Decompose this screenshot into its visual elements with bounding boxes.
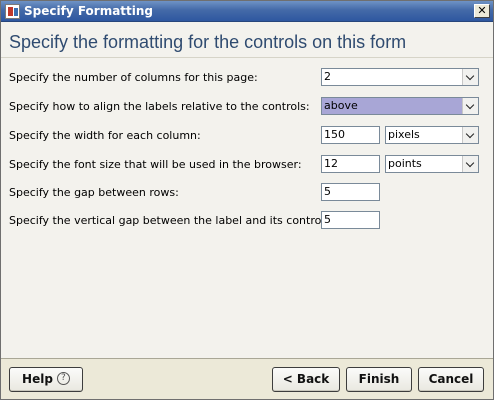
row-gap-label: Specify the gap between rows:	[9, 186, 179, 199]
columns-label: Specify the number of columns for this p…	[9, 71, 258, 84]
close-icon[interactable]: ✕	[474, 4, 490, 18]
title-bar[interactable]: Specify Formatting ✕	[1, 1, 493, 22]
row-gap-input[interactable]: 5	[321, 183, 380, 201]
label-alignment-label: Specify how to align the labels relative…	[9, 100, 310, 113]
label-alignment-select[interactable]: above	[321, 97, 479, 115]
chevron-down-icon[interactable]	[462, 98, 478, 114]
columns-select[interactable]: 2	[321, 68, 479, 86]
window-title: Specify Formatting	[24, 4, 154, 18]
specify-formatting-dialog: Specify Formatting ✕ Specify the formatt…	[0, 0, 494, 400]
finish-button[interactable]: Finish	[346, 367, 412, 392]
help-button[interactable]: Help?	[9, 367, 83, 392]
width-unit-value: pixels	[388, 128, 420, 141]
width-unit-select[interactable]: pixels	[385, 126, 479, 144]
column-width-input[interactable]: 150	[321, 126, 380, 144]
button-bar: Help? < Back Finish Cancel	[1, 359, 493, 399]
label-alignment-value: above	[324, 99, 358, 112]
chevron-down-icon[interactable]	[462, 69, 478, 85]
font-size-unit-select[interactable]: points	[385, 155, 479, 173]
column-width-label: Specify the width for each column:	[9, 129, 201, 142]
help-button-label: Help	[22, 372, 53, 386]
font-size-input[interactable]: 12	[321, 155, 380, 173]
columns-value: 2	[324, 70, 331, 83]
vertical-gap-label: Specify the vertical gap between the lab…	[9, 214, 329, 227]
page-heading: Specify the formatting for the controls …	[9, 32, 407, 52]
back-button[interactable]: < Back	[272, 367, 340, 392]
chevron-down-icon[interactable]	[462, 156, 478, 172]
chevron-down-icon[interactable]	[462, 127, 478, 143]
vertical-gap-input[interactable]: 5	[321, 211, 380, 229]
cancel-button[interactable]: Cancel	[418, 367, 484, 392]
font-size-unit-value: points	[388, 157, 422, 170]
font-size-label: Specify the font size that will be used …	[9, 158, 302, 171]
app-icon	[5, 4, 20, 19]
help-icon: ?	[56, 372, 70, 385]
